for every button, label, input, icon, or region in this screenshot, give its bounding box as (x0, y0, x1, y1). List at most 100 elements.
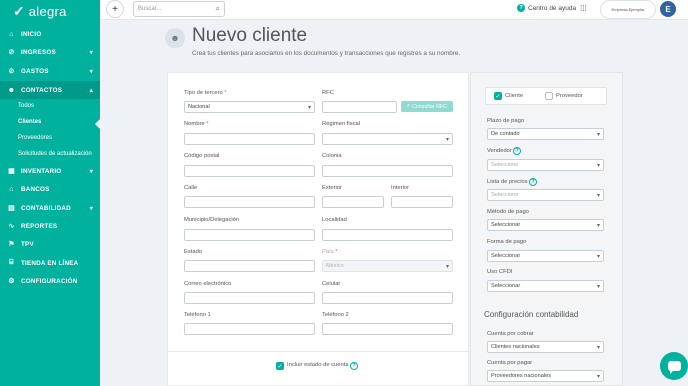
sidebar-item-inventario[interactable]: ▦ INVENTARIO ▾ (0, 162, 100, 180)
sidebar-item-label: CONTACTOS (21, 86, 63, 94)
correo-label: Correo electrónico (184, 281, 232, 287)
colonia-input[interactable] (322, 165, 453, 177)
accounting-icon: ▤ (8, 205, 15, 212)
estado-input[interactable] (184, 260, 315, 272)
sidebar-item-contabilidad[interactable]: ▤ CONTABILIDAD ▾ (0, 199, 100, 217)
chevron-down-icon: ▾ (89, 168, 93, 175)
sidebar-subitem-todos[interactable]: Todos (0, 98, 100, 114)
nombre-input[interactable] (184, 133, 315, 145)
income-icon: ⊘ (8, 49, 15, 56)
sidebar-item-configuracion[interactable]: ⚙ CONFIGURACIÓN (0, 272, 100, 290)
cp-input[interactable] (184, 165, 315, 177)
company-selector[interactable]: Empresa Ejemplar (600, 0, 656, 19)
required-mark: * (224, 90, 227, 96)
sidebar-item-tpv[interactable]: ⚑ TPV (0, 235, 100, 253)
tipo-tercero-label-text: Tipo de tercero (184, 90, 223, 96)
search-icon[interactable]: ⌕ (216, 4, 220, 14)
telefono2-input[interactable] (322, 323, 453, 335)
pais-label: País * (322, 249, 338, 255)
telefono1-label: Teléfono 1 (184, 312, 211, 318)
bank-icon: ⌂ (9, 185, 14, 193)
colonia-label: Colonia (322, 153, 342, 159)
sidebar-item-label: INVENTARIO (21, 167, 62, 175)
plazo-select[interactable]: De contado (487, 128, 604, 140)
interior-label: Interior (391, 185, 410, 191)
help-icon[interactable]: ? (513, 147, 521, 155)
help-icon[interactable]: ? (350, 362, 358, 370)
contabilidad-section-title: Configuración contabilidad (484, 310, 579, 319)
sidebar-item-label: INGRESOS (21, 48, 56, 56)
rfc-input[interactable] (322, 101, 397, 113)
vendedor-select[interactable]: Seleccione (487, 159, 604, 171)
sidebar-item-label: TIENDA EN LÍNEA (21, 259, 79, 267)
sidebar-item-reportes[interactable]: ∿ REPORTES (0, 217, 100, 235)
active-subitem-pointer (95, 118, 101, 130)
cuenta-pagar-select[interactable]: Proveedores nacionales (487, 370, 604, 382)
municipio-input[interactable] (184, 229, 315, 241)
sidebar-item-contactos[interactable]: ☻ CONTACTOS ▴ (0, 81, 100, 99)
uso-cfdi-select[interactable]: Seleccionar (487, 280, 604, 292)
expenses-icon: ⊘ (8, 68, 15, 75)
email-field[interactable] (184, 292, 315, 304)
top-bar: + Buscar... ⌕ ? Centro de ayuda ⁞⁞⁞ Empr… (100, 0, 688, 20)
sidebar-item-label: CONTABILIDAD (21, 204, 71, 212)
celular-input[interactable] (322, 292, 453, 304)
brand-logo[interactable]: ✓ alegra (0, 0, 100, 22)
chevron-down-icon: ▾ (89, 68, 93, 75)
sidebar-item-gastos[interactable]: ⊘ GASTOS ▾ (0, 62, 100, 80)
lista-precios-label: Lista de precios (487, 179, 528, 185)
page-subtitle: Crea tus clientes para asociarlos en los… (192, 50, 461, 57)
quick-add-button[interactable]: + (106, 0, 124, 18)
search-input[interactable]: Buscar... ⌕ (133, 1, 225, 17)
chevron-up-icon: ▴ (89, 87, 93, 94)
nombre-label: Nombre * (184, 121, 209, 127)
exterior-label: Exterior (322, 185, 342, 191)
search-placeholder: Buscar... (138, 6, 162, 12)
incluir-estado-checkbox[interactable]: ✓ (276, 362, 284, 370)
sidebar-subitem-proveedores[interactable]: Proveedores (0, 130, 100, 146)
sidebar-item-tienda[interactable]: ⌸ TIENDA EN LÍNEA (0, 254, 100, 272)
calle-input[interactable] (184, 196, 315, 208)
exterior-input[interactable] (322, 196, 384, 208)
help-icon[interactable]: ? (529, 178, 537, 186)
chat-support-button[interactable] (660, 352, 688, 380)
rfc-label: RFC (322, 90, 334, 96)
contacts-icon: ☻ (7, 86, 16, 94)
cuenta-cobrar-select[interactable]: Clientes nacionales (487, 341, 604, 353)
plazo-label: Plazo de pago (487, 118, 525, 124)
sidebar-subitem-clientes[interactable]: Clientes (0, 114, 100, 130)
vendedor-label: Vendedor (487, 148, 512, 154)
estado-label: Estado (184, 249, 203, 255)
avatar[interactable]: E (660, 1, 676, 17)
calle-label: Calle (184, 185, 198, 191)
cliente-checkbox[interactable]: ✓ (494, 92, 502, 100)
telefono1-input[interactable] (184, 323, 315, 335)
help-center-link[interactable]: ? Centro de ayuda (517, 4, 576, 12)
proveedor-checkbox[interactable] (545, 92, 553, 100)
metodo-pago-label: Método de pago (487, 209, 529, 215)
sidebar-item-ingresos[interactable]: ⊘ INGRESOS ▾ (0, 43, 100, 61)
forma-pago-select[interactable]: Seleccionar (487, 250, 604, 262)
regimen-label: Régimen fiscal (322, 121, 361, 127)
help-icon: ? (517, 4, 525, 12)
localidad-label: Localidad (322, 217, 347, 223)
sidebar-subitem-solicitudes[interactable]: Solicitudes de actualización (0, 146, 100, 162)
regimen-select[interactable] (322, 133, 453, 145)
lista-precios-select[interactable]: Seleccione (487, 189, 604, 201)
reports-icon: ∿ (8, 223, 15, 230)
tipo-tercero-select[interactable]: Nacional (184, 101, 315, 113)
sidebar-item-inicio[interactable]: ⌂ INICIO (0, 25, 100, 43)
sidebar-item-label: REPORTES (21, 222, 58, 230)
sidebar-item-label: INICIO (21, 30, 42, 38)
interior-input[interactable] (391, 196, 453, 208)
pais-label-text: País (322, 249, 334, 255)
sidebar-item-bancos[interactable]: ⌂ BANCOS (0, 180, 100, 198)
consultar-rfc-label: Consultar RFC (411, 103, 447, 110)
cp-label: Código postal (184, 153, 220, 159)
localidad-input[interactable] (322, 229, 453, 241)
consultar-rfc-button[interactable]: ⌕ Consultar RFC (401, 101, 453, 112)
metodo-pago-select[interactable]: Seleccionar (487, 219, 604, 231)
cliente-label: Cliente (505, 93, 524, 99)
apps-grid-icon[interactable]: ⁞⁞⁞ (580, 4, 587, 13)
celular-label: Celular (322, 281, 341, 287)
